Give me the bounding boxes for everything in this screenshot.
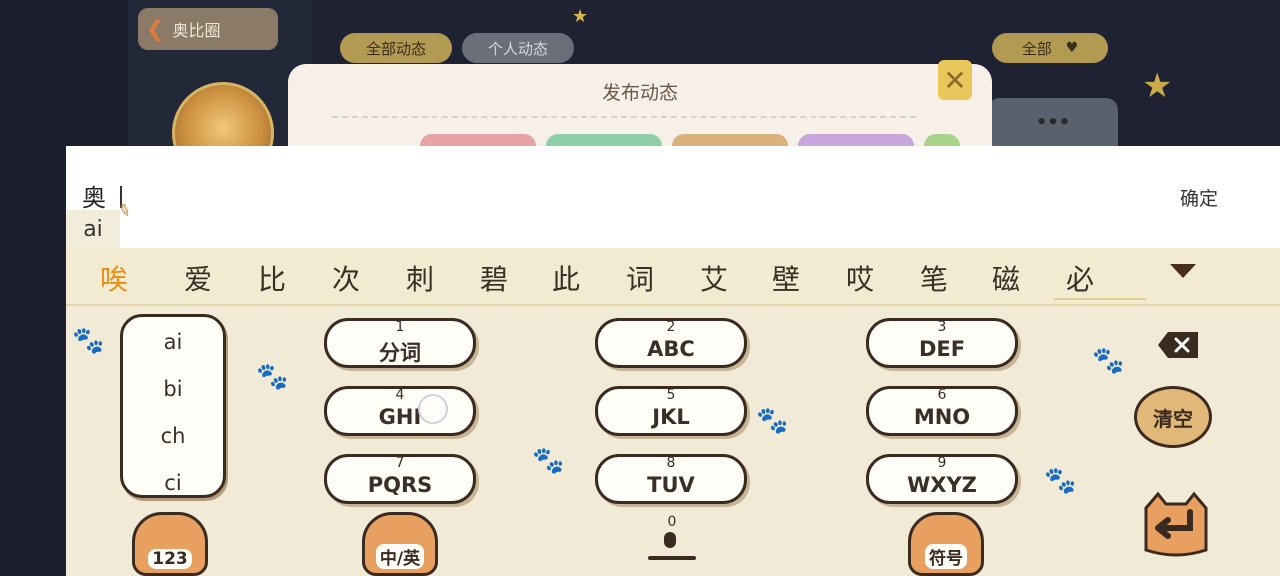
backspace-icon[interactable]	[1156, 330, 1200, 360]
ime-input-bar: 奥 ✎ ai 确定	[66, 146, 1280, 248]
key-label: TUV	[647, 473, 695, 497]
expand-candidates-icon[interactable]	[1170, 264, 1196, 278]
key-label: 分词	[379, 341, 421, 365]
candidate[interactable]: 笔	[920, 258, 948, 298]
candidate[interactable]: 磁	[992, 258, 1020, 298]
candidate-underline	[1054, 298, 1146, 300]
t9-keyboard: 🐾 🐾 🐾 🐾 🐾 🐾 ai bi ch ci 1 分词 2 ABC 3 DEF…	[66, 306, 1280, 576]
key-5[interactable]: 5 JKL	[595, 386, 747, 436]
key-label: PQRS	[367, 473, 433, 497]
clear-label: 清空	[1153, 406, 1193, 431]
symbol-label: 符号	[925, 544, 967, 569]
key-4[interactable]: 4 GHI	[324, 386, 476, 436]
key-label: DEF	[918, 337, 966, 361]
paw-print-icon: 🐾	[1092, 346, 1125, 376]
star-icon: ★	[572, 6, 589, 27]
key-label: MNO	[913, 405, 971, 429]
candidate[interactable]: 哎	[846, 258, 874, 298]
confirm-button[interactable]: 确定	[1180, 184, 1218, 211]
numeric-mode-button[interactable]: 123	[132, 512, 208, 576]
pinyin-composition: ai	[66, 210, 120, 248]
space-number: 0	[667, 514, 677, 530]
filter-dropdown[interactable]: 全部 ♥	[992, 33, 1108, 63]
touch-indicator	[418, 394, 448, 424]
candidate[interactable]: 碧	[480, 258, 508, 298]
candidate[interactable]: 比	[258, 258, 286, 298]
close-button[interactable]: ✕	[938, 60, 972, 100]
tab-personal-feeds[interactable]: 个人动态	[462, 33, 574, 63]
tab-label: 全部动态	[365, 39, 426, 58]
key-label: JKL	[652, 405, 690, 429]
clear-button[interactable]: 清空	[1134, 386, 1212, 448]
key-number: 3	[937, 319, 947, 335]
space-key[interactable]: 0	[648, 514, 696, 564]
candidate[interactable]: 必	[1066, 258, 1094, 298]
dialog-title: 发布动态	[601, 82, 678, 104]
candidate[interactable]: 唉	[100, 258, 128, 298]
key-number: 1	[395, 319, 405, 335]
heart-icon: ♥	[1065, 40, 1079, 56]
candidate[interactable]: 次	[332, 258, 360, 298]
composed-text[interactable]: 奥	[82, 178, 106, 213]
pinyin-option[interactable]: bi	[123, 377, 223, 401]
pinyin-list[interactable]: ai bi ch ci	[120, 314, 226, 498]
key-number: 6	[937, 387, 947, 403]
paw-print-icon: 🐾	[256, 362, 289, 392]
star-icon: ★	[1142, 66, 1173, 106]
key-6[interactable]: 6 MNO	[866, 386, 1018, 436]
key-number: 9	[937, 455, 947, 471]
key-number: 2	[666, 319, 676, 335]
paw-print-icon: 🐾	[72, 326, 105, 356]
language-toggle-label: 中/英	[375, 544, 425, 569]
candidate[interactable]: 此	[552, 258, 580, 298]
dialog-divider	[332, 116, 916, 118]
key-9[interactable]: 9 WXYZ	[866, 454, 1018, 504]
key-2[interactable]: 2 ABC	[595, 318, 747, 368]
back-button-label: 奥比圈	[172, 21, 221, 40]
key-3[interactable]: 3 DEF	[866, 318, 1018, 368]
tab-all-feeds[interactable]: 全部动态	[340, 33, 452, 63]
key-number: 5	[666, 387, 676, 403]
key-label: ABC	[647, 337, 695, 361]
key-number: 4	[395, 387, 405, 403]
candidate[interactable]: 爱	[184, 258, 212, 298]
key-number: 8	[666, 455, 676, 471]
key-label: WXYZ	[907, 473, 977, 497]
back-button[interactable]: ❮ 奥比圈	[138, 8, 278, 50]
pinyin-option[interactable]: ai	[123, 330, 223, 354]
paw-print-icon: 🐾	[1044, 466, 1077, 496]
symbol-button[interactable]: 符号	[908, 512, 984, 576]
filter-label: 全部	[1021, 39, 1052, 58]
close-icon: ✕	[943, 63, 967, 97]
candidate[interactable]: 艾	[700, 258, 728, 298]
enter-icon[interactable]	[1138, 490, 1214, 560]
chevron-left-icon: ❮	[146, 16, 165, 42]
pinyin-option[interactable]: ch	[123, 424, 223, 448]
candidate[interactable]: 词	[626, 258, 654, 298]
space-bar-icon	[648, 556, 696, 560]
more-icon: •••	[1035, 112, 1071, 133]
key-1[interactable]: 1 分词	[324, 318, 476, 368]
language-toggle-button[interactable]: 中/英	[362, 512, 438, 576]
candidate-bar: 唉 爱 比 次 刺 碧 此 词 艾 壁 哎 笔 磁 必	[66, 248, 1280, 306]
numeric-mode-label: 123	[148, 549, 192, 569]
key-label: GHI	[378, 405, 422, 429]
key-number: 7	[395, 455, 405, 471]
microphone-icon	[664, 532, 676, 548]
key-7[interactable]: 7 PQRS	[324, 454, 476, 504]
key-8[interactable]: 8 TUV	[595, 454, 747, 504]
pinyin-option[interactable]: ci	[123, 471, 223, 495]
paw-print-icon: 🐾	[532, 446, 565, 476]
candidate[interactable]: 壁	[772, 258, 800, 298]
tab-label: 个人动态	[487, 39, 548, 58]
paw-print-icon: 🐾	[756, 406, 789, 436]
candidate[interactable]: 刺	[406, 258, 434, 298]
